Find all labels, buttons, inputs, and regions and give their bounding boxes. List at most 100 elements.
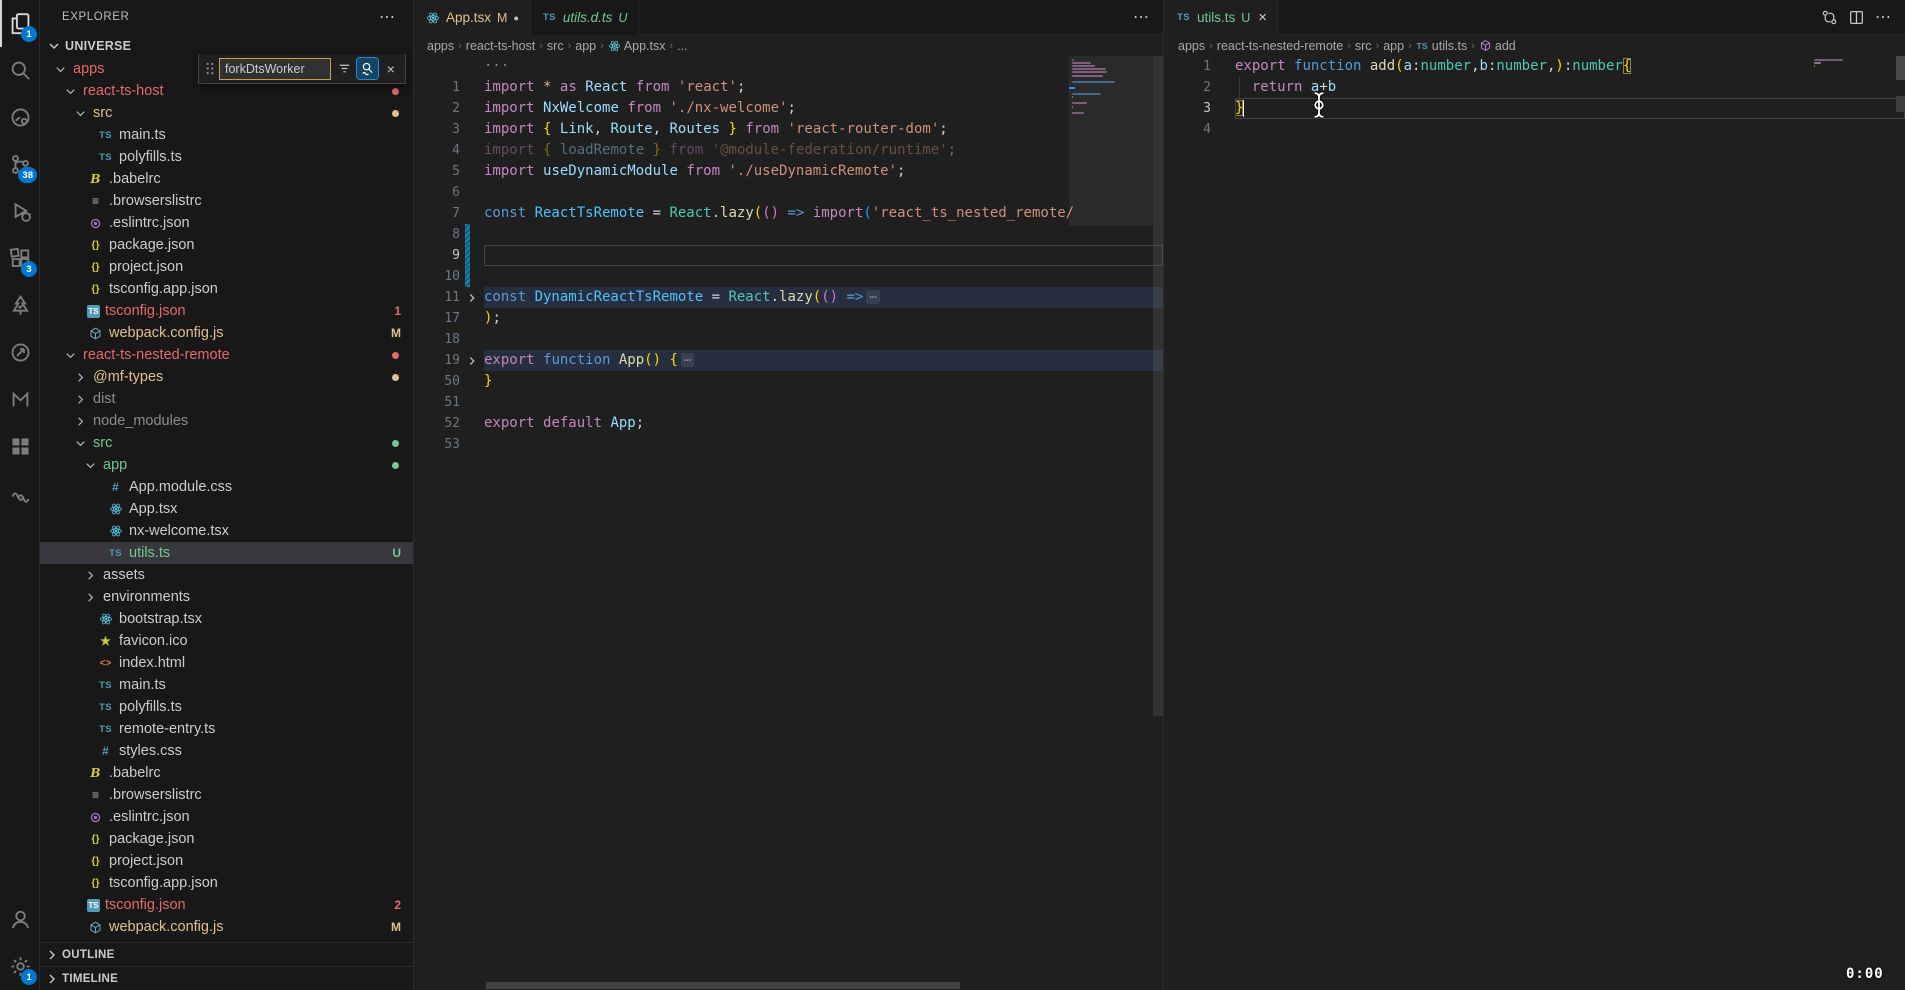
activity-dashboard[interactable] [0,423,40,470]
activity-accounts[interactable] [0,896,40,943]
tree-item-utils.ts[interactable]: TSutils.tsU [40,542,413,564]
tree-item-styles.css[interactable]: #styles.css [40,740,413,762]
tree-item-.eslintrc.json[interactable]: .eslintrc.json [40,212,413,234]
tree-item-project.json[interactable]: {}project.json [40,256,413,278]
tree-item-polyfills.ts[interactable]: TSpolyfills.ts [40,696,413,718]
code-line-9[interactable]: 9 [414,245,1163,266]
tree-item-tsconfig.json[interactable]: TStsconfig.json1 [40,300,413,322]
tree-item-package.json[interactable]: {}package.json [40,828,413,850]
code-line-10[interactable]: 10 [414,266,1163,287]
tab-utils.ts[interactable]: TSutils.tsU× [1165,0,1279,35]
code-line-1[interactable]: 1import * as React from 'react'; [414,77,1163,98]
tree-item-project.json[interactable]: {}project.json [40,850,413,872]
tree-item-App.tsx[interactable]: App.tsx [40,498,413,520]
code-line-52[interactable]: 52export default App; [414,413,1163,434]
close-icon[interactable]: × [381,58,401,79]
tree-item-src[interactable]: src [40,432,413,454]
activity-explorer[interactable]: 1 [0,0,40,47]
fuzzy-match-icon[interactable] [357,58,377,79]
activity-nx-console[interactable] [0,376,40,423]
tree-item-environments[interactable]: environments [40,586,413,608]
tree-item-.eslintrc.json[interactable]: .eslintrc.json [40,806,413,828]
tree-item-assets[interactable]: assets [40,564,413,586]
code-line-19[interactable]: 19export function App() {⋯ [414,350,1163,371]
breadcrumb-item-app[interactable]: app [1383,39,1404,53]
code-line-1[interactable]: 1export function add(a:number,b:number,)… [1165,56,1905,77]
vertical-scrollbar[interactable] [1153,56,1163,716]
code-line-4[interactable]: 4import { loadRemote } from '@module-fed… [414,140,1163,161]
breadcrumb-item-...[interactable]: ... [677,39,687,53]
tree-item-dist[interactable]: dist [40,388,413,410]
code-editor-app-tsx[interactable]: ···1import * as React from 'react';2impo… [414,56,1163,982]
breadcrumb-item-utils.ts[interactable]: TSutils.ts [1416,39,1467,53]
more-icon[interactable]: ⋯ [1133,7,1149,27]
activity-waves[interactable] [0,470,40,517]
outline-section[interactable]: OUTLINE [40,942,413,966]
activity-run-debug[interactable] [0,188,40,235]
code-line-50[interactable]: 50} [414,371,1163,392]
tab-App.tsx[interactable]: App.tsxM● [414,0,531,35]
breadcrumb-item-App.tsx[interactable]: App.tsx [608,39,666,53]
code-line-3[interactable]: 3} [1165,98,1905,119]
tree-item-tsconfig.app.json[interactable]: {}tsconfig.app.json [40,278,413,300]
tree-item-nx-welcome.tsx[interactable]: nx-welcome.tsx [40,520,413,542]
code-line-18[interactable]: 18 [414,329,1163,350]
tree-item-webpack.config.js[interactable]: webpack.config.jsM [40,916,413,938]
activity-search[interactable] [0,47,40,94]
breadcrumb-item-apps[interactable]: apps [1178,39,1205,53]
timeline-section[interactable]: TIMELINE [40,966,413,990]
activity-live-share[interactable] [0,329,40,376]
close-icon[interactable]: × [1258,9,1267,26]
tree-item-.babelrc[interactable]: B.babelrc [40,168,413,190]
activity-extensions[interactable]: 3 [0,235,40,282]
tree-item-App.module.css[interactable]: #App.module.css [40,476,413,498]
code-line-7[interactable]: 7const ReactTsRemote = React.lazy(() => … [414,203,1163,224]
code-line-4[interactable]: 4 [1165,119,1905,140]
filter-icon[interactable] [334,58,354,79]
code-line-51[interactable]: 51 [414,392,1163,413]
tree-item-main.ts[interactable]: TSmain.ts [40,674,413,696]
activity-remote-tool[interactable] [0,94,40,141]
breadcrumb-item-src[interactable]: src [547,39,564,53]
activity-settings[interactable]: 1 [0,943,40,990]
tree-item-remote-entry.ts[interactable]: TSremote-entry.ts [40,718,413,740]
tree-item-bootstrap.tsx[interactable]: bootstrap.tsx [40,608,413,630]
tree-item-src[interactable]: src [40,102,413,124]
tree-item-webpack.config.js[interactable]: webpack.config.jsM [40,322,413,344]
fold-chevron-icon[interactable] [460,350,484,371]
find-input[interactable] [219,58,331,80]
tree-item-index.html[interactable]: <>index.html [40,652,413,674]
minimap[interactable] [1811,56,1895,982]
breadcrumb-item-src[interactable]: src [1355,39,1372,53]
breadcrumb-item-react-ts-host[interactable]: react-ts-host [466,39,535,53]
code-line-3[interactable]: 3import { Link, Route, Routes } from 're… [414,119,1163,140]
activity-source-control[interactable]: 38 [0,141,40,188]
code-line-2[interactable]: 2 return a+b [1165,77,1905,98]
horizontal-scrollbar[interactable] [486,982,960,989]
code-line-17[interactable]: 17); [414,308,1163,329]
tree-item-node_modules[interactable]: node_modules [40,410,413,432]
breadcrumb-item-apps[interactable]: apps [427,39,454,53]
breadcrumb-item-app[interactable]: app [575,39,596,53]
tree-item-react-ts-nested-remote[interactable]: react-ts-nested-remote [40,344,413,366]
code-line-2[interactable]: 2import NxWelcome from './nx-welcome'; [414,98,1163,119]
code-line-6[interactable]: 6 [414,182,1163,203]
tree-item-tsconfig.app.json[interactable]: {}tsconfig.app.json [40,872,413,894]
tree-item-@mf-types[interactable]: @mf-types [40,366,413,388]
tree-item-package.json[interactable]: {}package.json [40,234,413,256]
activity-todo-tree[interactable] [0,282,40,329]
tree-item-.browserslistrc[interactable]: ≡.browserslistrc [40,190,413,212]
tree-item-polyfills.ts[interactable]: TSpolyfills.ts [40,146,413,168]
tree-item-.browserslistrc[interactable]: ≡.browserslistrc [40,784,413,806]
code-line-11[interactable]: 11const DynamicReactTsRemote = React.laz… [414,287,1163,308]
minimap[interactable] [1069,56,1153,982]
code-line-5[interactable]: 5import useDynamicModule from './useDyna… [414,161,1163,182]
code-line[interactable]: ··· [414,56,1163,77]
tree-item-favicon.ico[interactable]: ★favicon.ico [40,630,413,652]
tree-item-main.ts[interactable]: TSmain.ts [40,124,413,146]
explorer-more-icon[interactable]: ⋯ [379,7,395,27]
code-line-53[interactable]: 53 [414,434,1163,455]
more-icon[interactable]: ⋯ [1875,7,1891,27]
fold-chevron-icon[interactable] [460,287,484,308]
tree-item-tsconfig.json[interactable]: TStsconfig.json2 [40,894,413,916]
